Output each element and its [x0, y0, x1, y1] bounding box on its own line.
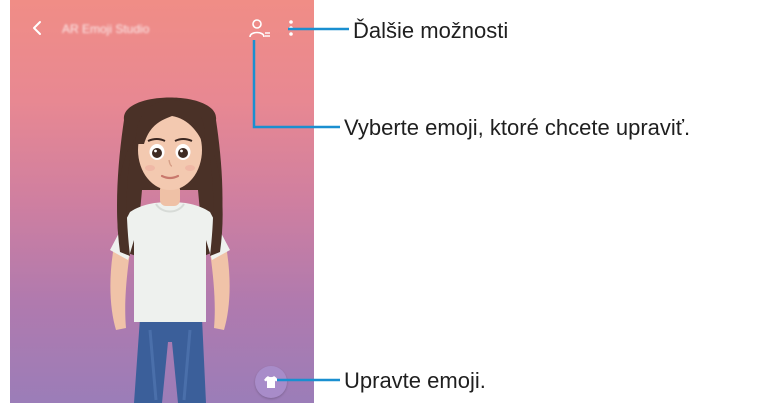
chevron-left-icon: [33, 21, 41, 35]
callout-edit-emoji: Upravte emoji.: [344, 368, 486, 393]
phone-screen: AR Emoji Studio: [10, 0, 314, 403]
callout-select-emoji: Vyberte emoji, ktoré chcete upraviť.: [344, 115, 691, 140]
person-switch-icon: [249, 19, 270, 38]
back-button[interactable]: [24, 14, 52, 42]
kebab-menu-icon: [289, 20, 293, 36]
select-emoji-button[interactable]: [246, 16, 272, 42]
callout-more-options: Ďalšie možnosti: [353, 18, 509, 43]
t-shirt-icon: [264, 376, 278, 388]
emoji-avatar[interactable]: [90, 80, 250, 403]
app-bar: AR Emoji Studio: [10, 0, 314, 58]
edit-emoji-button[interactable]: [255, 366, 287, 398]
app-title: AR Emoji Studio: [62, 22, 150, 36]
more-options-button[interactable]: [284, 16, 298, 42]
